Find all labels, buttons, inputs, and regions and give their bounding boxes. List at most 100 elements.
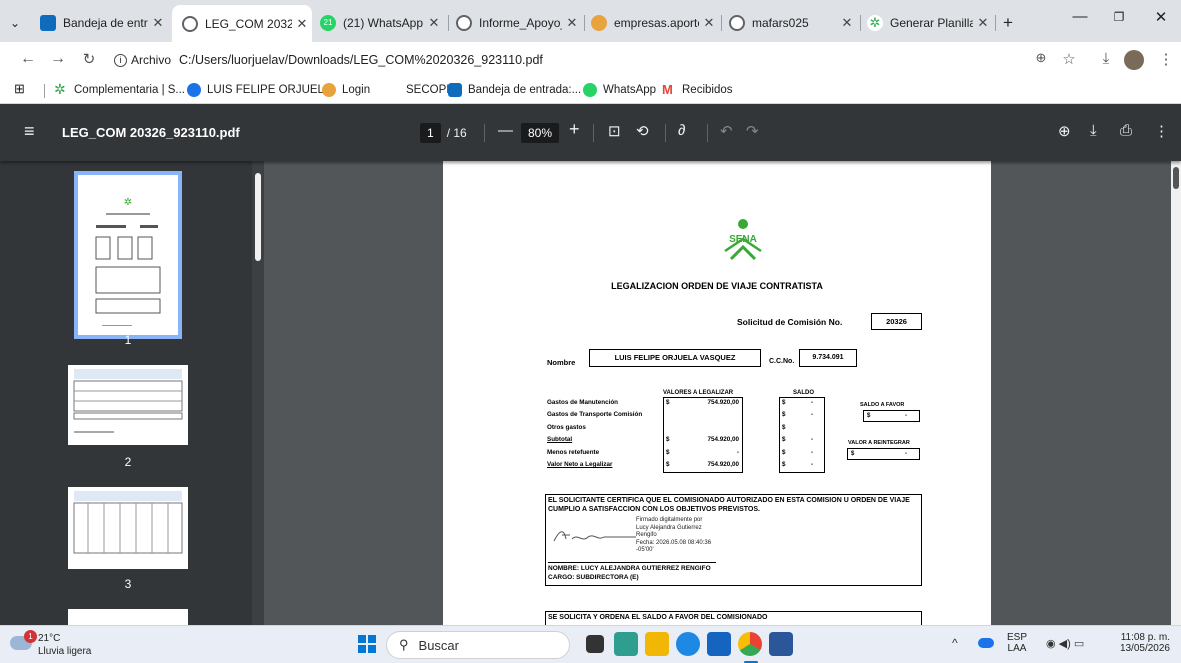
page-number-input[interactable]: 1 (420, 123, 441, 143)
tab-search-button[interactable]: ⌄ (10, 7, 28, 39)
tab-planilla[interactable]: ✲ Generar Planilla ✕ (867, 7, 993, 39)
close-icon[interactable]: ✕ (292, 16, 312, 32)
close-icon[interactable]: ✕ (973, 15, 993, 31)
legalizar-value: 754.920,00 (707, 461, 739, 468)
close-window-icon[interactable]: ✕ (1146, 8, 1176, 26)
concept-label: Menos retefuente (547, 448, 600, 456)
concept-label: Valor Neto a Legalizar (547, 461, 613, 468)
tab-outlook[interactable]: Bandeja de entra ✕ (40, 7, 168, 39)
digital-signature-text: Firmado digitalmente por Lucy Alejandra G… (636, 517, 711, 555)
bookmark-login[interactable]: Login (322, 83, 370, 97)
thumbnail-preview: ✲ (95, 197, 161, 326)
back-icon[interactable]: ← (17, 50, 39, 68)
close-icon[interactable]: ✕ (562, 15, 582, 31)
bookmark-luis-felipe[interactable]: LUIS FELIPE ORJUEL... (187, 83, 334, 97)
thumbnail-page-1[interactable]: ✲ (74, 171, 182, 339)
zoom-out-icon[interactable]: — (498, 122, 513, 139)
hamburger-menu-icon[interactable]: ≡ (24, 121, 35, 142)
avatar[interactable] (1124, 50, 1144, 70)
pdf-viewer: SENA LEGALIZACION ORDEN DE VIAJE CONTRAT… (264, 161, 1181, 625)
onedrive-tray-icon[interactable] (978, 638, 994, 648)
bookmark-complementaria[interactable]: ✲ Complementaria | S... (54, 82, 185, 97)
signature-line-text: -05'00' (636, 547, 654, 554)
rotate-icon[interactable]: ⟲ (636, 122, 649, 140)
show-hidden-icons[interactable]: ^ (952, 636, 958, 650)
saldo-favor-value: $ - (863, 410, 920, 422)
zoom-icon[interactable]: ⊕ (1030, 50, 1052, 66)
pdf-download-icon[interactable]: ⤓ (1090, 122, 1097, 139)
bookmark-whatsapp[interactable]: WhatsApp (583, 83, 656, 97)
network-volume-battery-icons[interactable]: ◉ ◀) ▭ (1046, 637, 1084, 650)
tab-whatsapp[interactable]: 21 (21) WhatsApp ✕ (320, 7, 444, 39)
thumbnail-page-2[interactable] (68, 365, 188, 445)
close-icon[interactable]: ✕ (699, 15, 719, 31)
search-icon: ⚲ (399, 637, 409, 652)
reload-icon[interactable]: ↻ (78, 50, 100, 68)
url-text[interactable]: C:/Users/luorjuelav/Downloads/LEG_COM%20… (179, 53, 543, 67)
thumbnail-sidebar: ✲ 1 2 3 (0, 161, 264, 629)
add-drive-icon[interactable]: ⊕ (1058, 122, 1071, 140)
draw-icon[interactable]: ∂ (678, 122, 685, 139)
file-explorer-icon[interactable] (645, 632, 669, 656)
col-legalizar: VALORES A LEGALIZAR (663, 390, 734, 396)
col-saldo: SALDO (793, 390, 814, 396)
apps-grid-icon[interactable]: ⊞ (14, 81, 25, 97)
language-indicator[interactable]: ESP LAA (1007, 632, 1027, 654)
edge-icon[interactable] (676, 632, 700, 656)
solicitud-label: Solicitud de Comisión No. (737, 317, 843, 327)
viewer-scrollbar[interactable] (1171, 161, 1181, 625)
saldo-currency: $ (782, 399, 786, 406)
saldo-currency: $ (782, 448, 786, 456)
pdf-page: SENA LEGALIZACION ORDEN DE VIAJE CONTRAT… (443, 161, 991, 625)
tab-informe[interactable]: Informe_Apoyo_ ✕ (456, 7, 582, 39)
address-bar[interactable]: i Archivo C:/Users/luorjuelav/Downloads/L… (114, 46, 1014, 74)
site-info-chip[interactable]: i Archivo (114, 53, 171, 67)
saldo-value: - (811, 448, 814, 456)
zoom-level[interactable]: 80% (521, 122, 560, 144)
taskbar-search[interactable]: ⚲ Buscar (386, 631, 570, 659)
task-view-icon[interactable] (586, 635, 604, 653)
redo-icon[interactable]: ↷ (746, 122, 759, 140)
valor-reintegrar-label: VALOR A REINTEGRAR (848, 440, 910, 446)
bookmark-star-icon[interactable]: ☆ (1058, 50, 1080, 68)
saldo-value: - (811, 411, 814, 419)
clock[interactable]: 11:08 p. m. 13/05/2026 (1108, 632, 1170, 654)
bookmark-secopii[interactable]: SECOPII (386, 83, 453, 97)
sidebar-scrollbar[interactable] (252, 161, 264, 625)
chrome-icon[interactable] (738, 632, 762, 656)
new-tab-button[interactable]: + (1003, 7, 1023, 39)
outlook-icon (448, 83, 462, 97)
word-icon[interactable] (769, 632, 793, 656)
weather-widget[interactable]: 1 (10, 630, 37, 654)
m365-icon[interactable] (614, 632, 638, 656)
tab-mafars[interactable]: mafars025 ✕ (729, 7, 857, 39)
close-icon[interactable]: ✕ (837, 15, 857, 31)
minimize-icon[interactable]: — (1065, 8, 1095, 25)
bookmark-recibidos[interactable]: M Recibidos (662, 83, 733, 97)
bookmarks-bar: ⊞ ✲ Complementaria | S... LUIS FELIPE ORJ… (0, 78, 1181, 104)
restore-icon[interactable]: ❐ (1104, 10, 1134, 24)
pdf-more-icon[interactable]: ⋮ (1154, 122, 1169, 140)
tab-empresas[interactable]: empresas.aporte ✕ (591, 7, 719, 39)
store-icon[interactable] (707, 632, 731, 656)
fit-page-icon[interactable]: ⊡ (608, 122, 621, 140)
signature-line-text: Lucy Alejandra Gutierrez (636, 524, 702, 531)
sidebar-scroll-thumb[interactable] (255, 173, 261, 261)
sena-logo: SENA (721, 217, 771, 266)
saldo-value: - (811, 461, 814, 468)
thumbnail-page-3[interactable] (68, 487, 188, 569)
tab-pdf-active[interactable]: LEG_COM 20326 ✕ (172, 5, 312, 42)
print-icon[interactable]: ⎙ (1120, 122, 1132, 139)
close-icon[interactable]: ✕ (148, 15, 168, 31)
windows-start-icon[interactable] (358, 635, 376, 653)
download-icon[interactable]: ⤓ (1095, 50, 1117, 67)
undo-icon[interactable]: ↶ (720, 122, 733, 140)
close-icon[interactable]: ✕ (424, 15, 444, 31)
pdf-filename: LEG_COM 20326_923110.pdf (62, 125, 240, 140)
more-menu-icon[interactable]: ⋮ (1155, 50, 1177, 68)
certification-text: EL SOLICITANTE CERTIFICA QUE EL COMISION… (548, 497, 910, 513)
zoom-in-icon[interactable]: + (569, 119, 580, 140)
bookmark-bandeja[interactable]: Bandeja de entrada:... (448, 83, 581, 97)
viewer-scroll-thumb[interactable] (1173, 167, 1179, 189)
forward-icon[interactable]: → (47, 50, 69, 68)
